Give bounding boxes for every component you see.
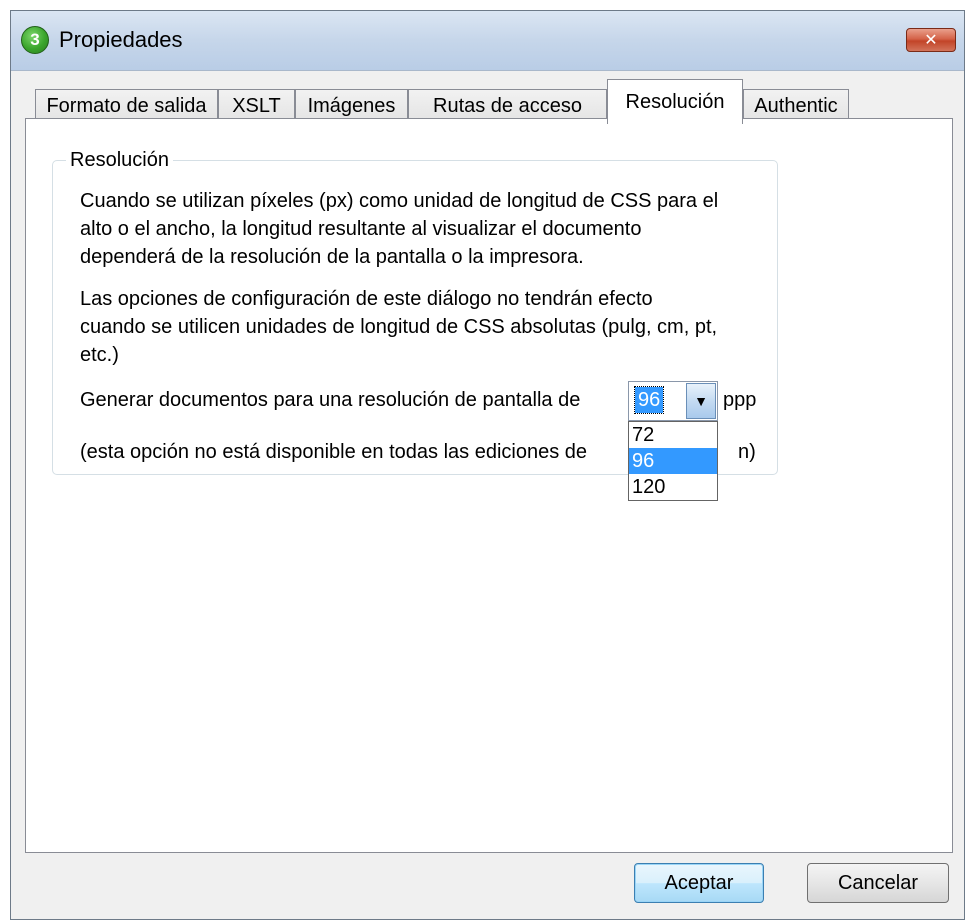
resolution-combobox[interactable]: 96 ▼ (628, 381, 718, 421)
paragraph-line: dependerá de la resolución de la pantall… (80, 246, 584, 268)
availability-note-tail: n) (738, 441, 756, 463)
description-paragraph-1: Cuando se utilizan píxeles (px) como uni… (80, 187, 718, 271)
title-bar[interactable]: 3 Propiedades ✕ (11, 11, 964, 71)
resolution-combobox-value[interactable]: 96 (633, 386, 665, 414)
paragraph-line: alto o el ancho, la longitud resultante … (80, 218, 642, 240)
paragraph-line: Las opciones de configuración de este di… (80, 288, 653, 310)
altova-logo-icon: 3 (21, 26, 49, 54)
close-button[interactable]: ✕ (906, 28, 956, 52)
dropdown-option-72[interactable]: 72 (629, 422, 717, 448)
chevron-down-icon: ▼ (694, 393, 708, 409)
paragraph-line: etc.) (80, 344, 119, 366)
resolution-groupbox: Resolución Cuando se utilizan píxeles (p… (52, 149, 778, 501)
cancel-button[interactable]: Cancelar (807, 863, 949, 903)
availability-note: (esta opción no está disponible en todas… (80, 441, 587, 464)
window-title: Propiedades (59, 27, 183, 52)
dropdown-option-96[interactable]: 96 (629, 448, 717, 474)
close-icon: ✕ (924, 32, 938, 49)
tab-resolucion[interactable]: Resolución (607, 79, 743, 124)
properties-dialog: 3 Propiedades ✕ Formato de salida XSLT I… (10, 10, 965, 920)
group-legend: Resolución (66, 149, 173, 172)
resolution-dropdown-list[interactable]: 72 96 120 (628, 421, 718, 501)
resolution-dropdown-button[interactable]: ▼ (686, 383, 716, 419)
paragraph-line: cuando se utilicen unidades de longitud … (80, 316, 718, 338)
resolution-unit: ppp (723, 389, 757, 411)
tab-panel-resolucion: Resolución Cuando se utilizan píxeles (p… (25, 118, 953, 853)
availability-note-text: (esta opción no está disponible en todas… (80, 441, 588, 463)
ok-button[interactable]: Aceptar (634, 863, 764, 903)
paragraph-line: Cuando se utilizan píxeles (px) como uni… (80, 190, 719, 212)
dropdown-option-120[interactable]: 120 (629, 474, 717, 500)
resolution-label: Generar documentos para una resolución d… (80, 389, 581, 411)
description-paragraph-2: Las opciones de configuración de este di… (80, 285, 717, 369)
